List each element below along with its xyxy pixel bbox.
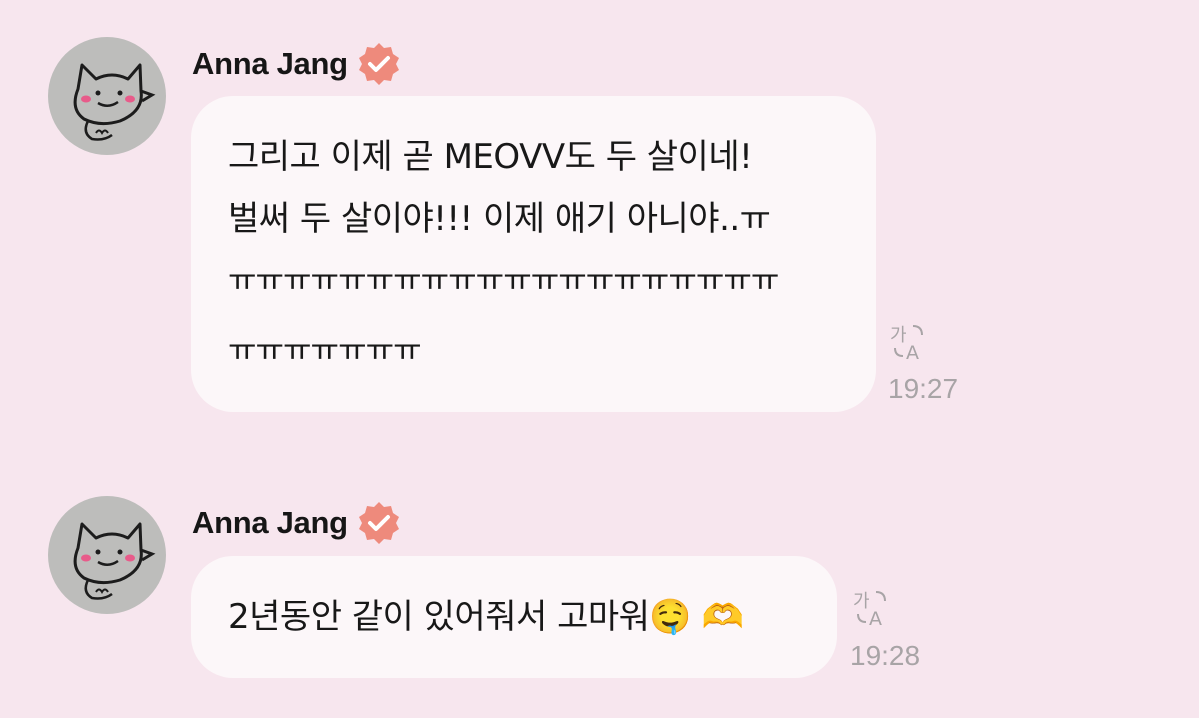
svg-text:A: A [869, 608, 882, 628]
message-timestamp: 19:28 [850, 640, 921, 671]
chat-message: Anna Jang 2년동안 같이 있어줘서 고마워🤤 🫶 가 A 19:28 [0, 0, 1199, 718]
avatar[interactable] [48, 496, 166, 614]
sender-name[interactable]: Anna Jang [192, 505, 348, 541]
translate-icon[interactable]: 가 A [852, 588, 892, 628]
svg-text:가: 가 [853, 591, 870, 612]
message-text-line: 2년동안 같이 있어줘서 고마워🤤 🫶 [228, 597, 744, 637]
sender-row: Anna Jang [192, 498, 402, 548]
cat-doodle-icon [73, 522, 156, 600]
message-bubble[interactable]: 2년동안 같이 있어줘서 고마워🤤 🫶 [191, 556, 837, 678]
verified-badge-icon [356, 500, 402, 546]
